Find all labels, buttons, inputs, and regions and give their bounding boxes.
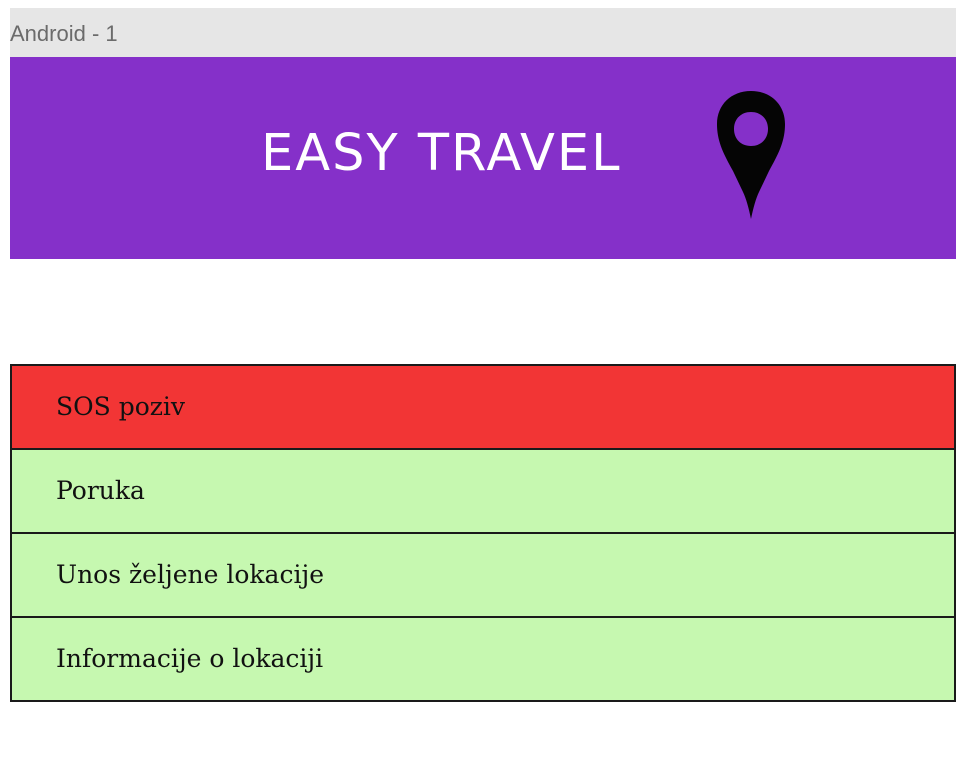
app-header: EASY TRAVEL [10,57,956,259]
menu-item-label: Informacije o lokaciji [56,644,324,673]
menu-item-sos-call[interactable]: SOS poziv [10,364,956,450]
menu-item-label: SOS poziv [56,392,186,421]
android-screen: EASY TRAVEL SOS poziv Poruka Unos željen… [10,57,956,769]
location-pin-icon [717,91,785,219]
app-title: EASY TRAVEL [261,124,622,183]
artboard-label-strip [10,8,956,57]
menu-item-enter-location[interactable]: Unos željene lokacije [10,532,956,618]
menu-item-label: Unos željene lokacije [56,560,324,589]
artboard-label-bar: Android - 1 [0,0,956,57]
menu-item-label: Poruka [56,476,145,505]
menu-item-message[interactable]: Poruka [10,448,956,534]
location-pin-shape [717,91,785,219]
artboard-label: Android - 1 [10,21,118,46]
main-menu: SOS poziv Poruka Unos željene lokacije I… [10,364,956,702]
design-canvas: Android - 1 EASY TRAVEL SOS poziv Poruka… [0,0,956,769]
menu-item-location-info[interactable]: Informacije o lokaciji [10,616,956,702]
